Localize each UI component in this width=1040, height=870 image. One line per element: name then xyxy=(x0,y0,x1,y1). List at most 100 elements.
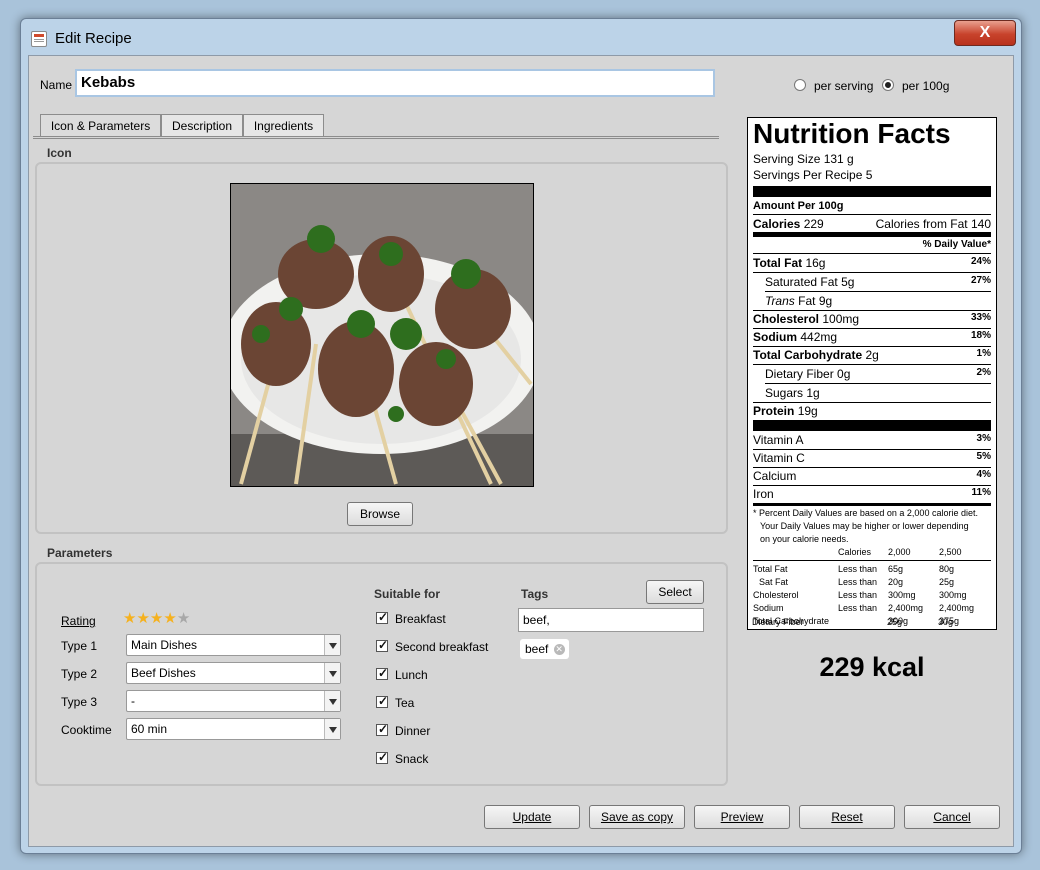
divider xyxy=(753,467,991,468)
serving-size: Serving Size 131 g xyxy=(753,152,854,166)
dialog-client-area: Name Kebabs per serving per 100g Icon & … xyxy=(28,55,1014,847)
dv-table-cell: 25g xyxy=(939,577,955,587)
browse-button[interactable]: Browse xyxy=(347,502,413,526)
preview-button-label: Preview xyxy=(720,810,764,824)
calories-from-fat: Calories from Fat 140 xyxy=(875,217,991,231)
type1-value: Main Dishes xyxy=(131,638,198,652)
cholesterol-amount: 100mg xyxy=(822,312,860,326)
footnote-line2: Your Daily Values may be higher or lower… xyxy=(760,521,969,531)
lunch-checkbox[interactable] xyxy=(376,666,388,680)
fiber-row: Dietary Fiber 0g 2% xyxy=(753,367,991,381)
chevron-down-icon[interactable] xyxy=(324,663,340,683)
cancel-button[interactable]: Cancel xyxy=(904,805,1000,829)
type1-label: Type 1 xyxy=(61,639,98,653)
recipe-image[interactable] xyxy=(230,183,534,487)
dv-table-cell: Less than xyxy=(838,577,878,587)
calcium-dv: 4% xyxy=(976,469,991,480)
type2-label: Type 2 xyxy=(61,667,98,681)
tags-select-button[interactable]: Select xyxy=(646,580,704,604)
carb-dv: 1% xyxy=(976,348,991,359)
kebab-photo-icon xyxy=(231,184,533,486)
sodium-amount: 442mg xyxy=(800,330,838,344)
dinner-label: Dinner xyxy=(395,724,431,738)
remove-tag-icon[interactable]: ✕ xyxy=(553,644,565,656)
sugars-label: Sugars xyxy=(765,386,804,400)
table-header-calories: Calories xyxy=(838,547,872,557)
cooktime-value: 60 min xyxy=(131,722,168,736)
tea-checkbox[interactable] xyxy=(376,694,388,708)
daily-value-header: % Daily Value* xyxy=(922,239,991,250)
sodium-label: Sodium xyxy=(753,330,797,344)
tea-label: Tea xyxy=(395,696,415,710)
protein-label: Protein xyxy=(753,404,795,418)
star-icon[interactable]: ★ xyxy=(163,610,176,627)
divider xyxy=(753,214,991,215)
star-icon[interactable]: ★ xyxy=(136,610,149,627)
cooktime-label: Cooktime xyxy=(61,723,112,737)
star-empty-icon[interactable]: ★ xyxy=(177,610,190,627)
divider xyxy=(765,291,991,292)
trans-fat-amount: 9g xyxy=(818,294,833,308)
update-button[interactable]: Update xyxy=(484,805,580,829)
reset-button-label: Reset xyxy=(831,810,863,824)
second-breakfast-checkbox[interactable] xyxy=(376,638,388,652)
type3-value: - xyxy=(131,694,135,708)
chevron-down-icon[interactable] xyxy=(324,635,340,655)
type2-select[interactable]: Beef Dishes xyxy=(126,662,341,684)
divider xyxy=(753,485,991,486)
divider xyxy=(753,560,991,561)
second-breakfast-label: Second breakfast xyxy=(395,640,489,654)
sugars-amount: 1g xyxy=(806,386,820,400)
tab-ingredients[interactable]: Ingredients xyxy=(243,114,324,136)
tags-input[interactable]: beef, xyxy=(518,608,704,632)
divider xyxy=(753,328,991,329)
sugars-row: Sugars 1g xyxy=(753,386,991,400)
breakfast-checkbox[interactable] xyxy=(376,610,388,624)
icon-section-title: Icon xyxy=(47,146,72,160)
reset-button[interactable]: Reset xyxy=(799,805,895,829)
tab-icon-parameters[interactable]: Icon & Parameters xyxy=(40,114,161,137)
sat-fat-dv: 27% xyxy=(970,275,991,286)
dv-table-cell: 65g xyxy=(888,564,904,574)
tab-description[interactable]: Description xyxy=(161,114,243,136)
star-icon[interactable]: ★ xyxy=(123,610,136,627)
chevron-down-icon[interactable] xyxy=(324,691,340,711)
divider xyxy=(753,449,991,450)
table-header-2000: 2,000 xyxy=(888,547,911,557)
calcium-row: Calcium 4% xyxy=(753,469,991,483)
dv-table-last-row: Dietary Fiber 25g 30g xyxy=(752,617,992,628)
vitamin-c-label: Vitamin C xyxy=(753,451,805,465)
trans-fat-label2: Fat xyxy=(798,294,816,308)
close-button[interactable]: X xyxy=(954,20,1016,46)
divider xyxy=(765,383,991,384)
protein-amount: 19g xyxy=(797,404,818,418)
per-serving-radio[interactable] xyxy=(794,79,806,91)
title-bar[interactable]: Edit Recipe X xyxy=(21,19,1021,55)
dinner-checkbox[interactable] xyxy=(376,722,388,736)
name-input[interactable]: Kebabs xyxy=(75,69,715,97)
preview-button[interactable]: Preview xyxy=(694,805,790,829)
total-fat-row: Total Fat 16g 24% xyxy=(753,256,991,270)
divider xyxy=(753,272,991,273)
sat-fat-row: Saturated Fat 5g 27% xyxy=(753,275,991,289)
chevron-down-icon[interactable] xyxy=(324,719,340,739)
cooktime-select[interactable]: 60 min xyxy=(126,718,341,740)
type1-select[interactable]: Main Dishes xyxy=(126,634,341,656)
dv-table-cell: 300mg xyxy=(888,590,916,600)
tag-chip[interactable]: beef ✕ xyxy=(520,639,569,659)
dv-table-cell: Less than xyxy=(838,564,878,574)
iron-dv: 11% xyxy=(971,487,991,498)
name-label: Name xyxy=(40,78,73,92)
per-100g-radio[interactable] xyxy=(882,79,894,91)
cholesterol-row: Cholesterol 100mg 33% xyxy=(753,312,991,326)
dv-table-cell: 25g xyxy=(887,617,903,627)
type3-select[interactable]: - xyxy=(126,690,341,712)
amount-per: Amount Per 100g xyxy=(753,200,844,212)
iron-row: Iron 11% xyxy=(753,487,991,501)
snack-checkbox[interactable] xyxy=(376,750,388,764)
star-icon[interactable]: ★ xyxy=(150,610,163,627)
vitamin-a-label: Vitamin A xyxy=(753,433,804,447)
save-as-copy-button[interactable]: Save as copy xyxy=(589,805,685,829)
tab-divider xyxy=(33,136,719,137)
rating-stars[interactable]: ★★★★★ xyxy=(123,611,190,626)
